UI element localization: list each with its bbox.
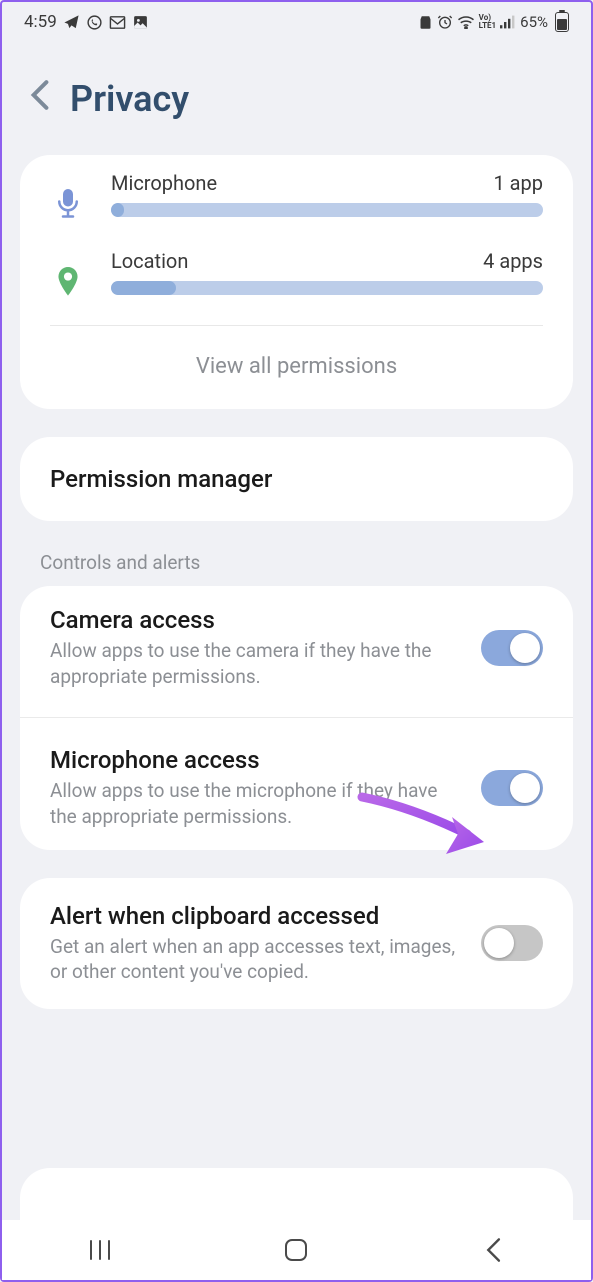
alarm-icon — [437, 14, 453, 30]
divider — [20, 717, 573, 718]
microphone-access-row[interactable]: Microphone access Allow apps to use the … — [20, 726, 573, 849]
camera-desc: Allow apps to use the camera if they hav… — [50, 638, 467, 689]
camera-title: Camera access — [50, 606, 467, 634]
microphone-desc: Allow apps to use the microphone if they… — [50, 778, 467, 829]
page-header: Privacy — [2, 38, 591, 155]
microphone-icon — [50, 171, 86, 219]
view-all-permissions-button[interactable]: View all permissions — [20, 326, 573, 409]
camera-access-row[interactable]: Camera access Allow apps to use the came… — [20, 586, 573, 709]
wifi-icon — [457, 15, 475, 29]
camera-toggle[interactable] — [481, 630, 543, 666]
back-button[interactable] — [30, 79, 50, 119]
microphone-count: 1 app — [493, 171, 543, 195]
clipboard-card: Alert when clipboard accessed Get an ale… — [20, 878, 573, 1009]
whatsapp-icon — [86, 14, 103, 31]
recents-button[interactable] — [65, 1238, 135, 1262]
signal-icon — [500, 15, 516, 29]
controls-card: Camera access Allow apps to use the came… — [20, 586, 573, 850]
location-icon — [50, 249, 86, 297]
permissions-card: Microphone 1 app Location 4 apps View al… — [20, 155, 573, 409]
location-permission-row[interactable]: Location 4 apps — [20, 237, 573, 315]
location-label: Location — [111, 249, 188, 273]
microphone-bar — [111, 203, 543, 217]
status-bar: 4:59 Vo)LTE1 65% — [2, 2, 591, 38]
location-count: 4 apps — [483, 249, 543, 273]
microphone-permission-row[interactable]: Microphone 1 app — [20, 159, 573, 237]
clipboard-desc: Get an alert when an app accesses text, … — [50, 934, 467, 985]
battery-pct: 65% — [520, 13, 548, 31]
microphone-label: Microphone — [111, 171, 217, 195]
telegram-icon — [63, 14, 80, 31]
page-title: Privacy — [70, 78, 189, 120]
microphone-toggle[interactable] — [481, 770, 543, 806]
navigation-bar — [2, 1220, 591, 1280]
volte-icon: Vo)LTE1 — [479, 14, 497, 30]
store-icon — [418, 15, 433, 30]
clipboard-title: Alert when clipboard accessed — [50, 902, 467, 930]
permission-manager-card[interactable]: Permission manager — [20, 437, 573, 521]
gallery-icon — [132, 14, 149, 31]
next-card-peek — [20, 1168, 573, 1220]
battery-icon — [555, 12, 569, 32]
back-nav-button[interactable] — [458, 1237, 528, 1263]
permission-manager-label: Permission manager — [20, 437, 573, 521]
home-button[interactable] — [261, 1237, 331, 1263]
location-bar — [111, 281, 543, 295]
clipboard-alert-row[interactable]: Alert when clipboard accessed Get an ale… — [20, 878, 573, 1009]
section-label: Controls and alerts — [2, 521, 591, 586]
status-time: 4:59 — [24, 12, 57, 32]
gmail-icon — [109, 15, 126, 30]
microphone-title: Microphone access — [50, 746, 467, 774]
clipboard-toggle[interactable] — [481, 925, 543, 961]
